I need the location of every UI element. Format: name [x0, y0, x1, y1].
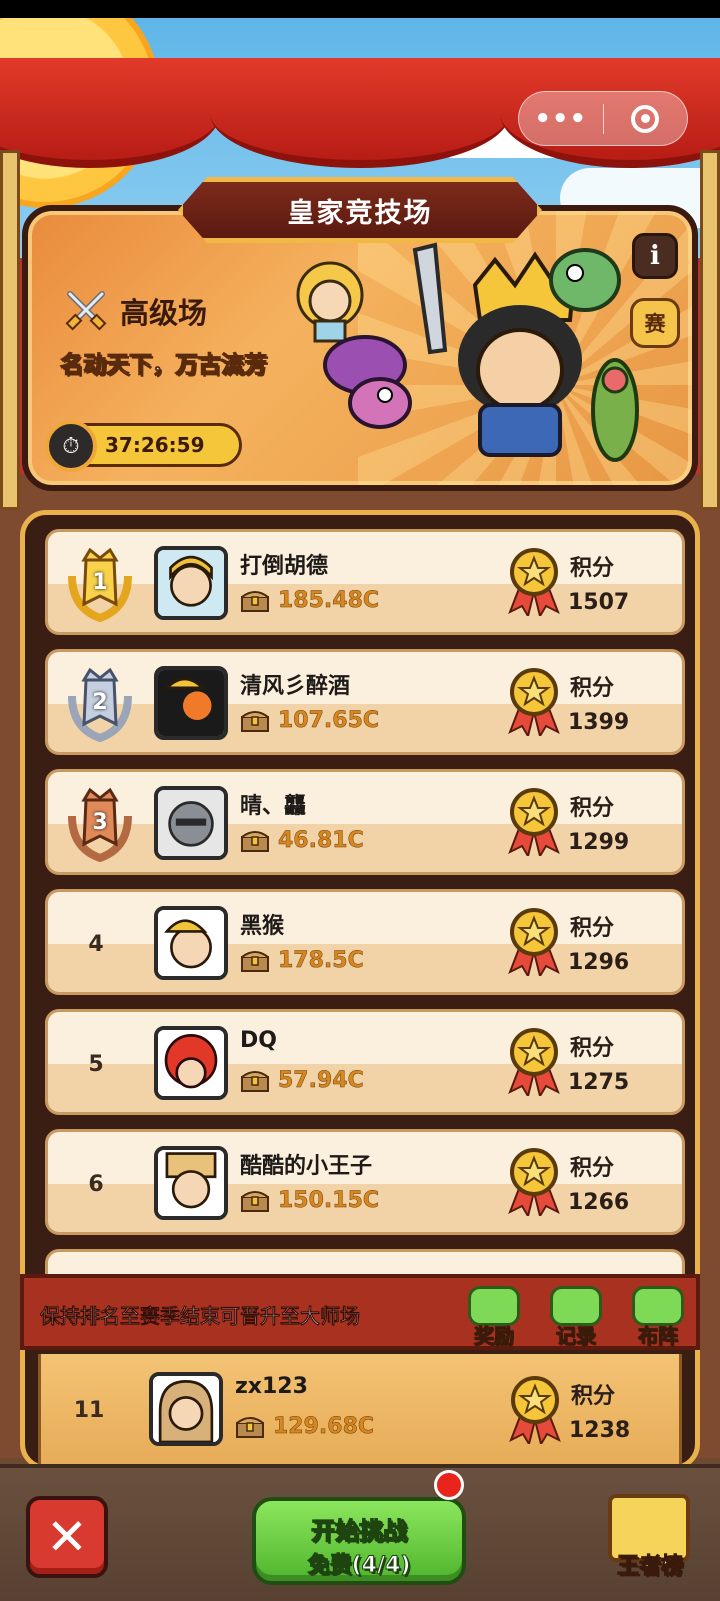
player-name: 晴、龘 [240, 794, 307, 819]
red-drape [0, 58, 220, 168]
arena-title-banner: 皇家竞技场 [178, 177, 542, 243]
leaderboard-row[interactable]: 4 黑猴 178.5C 积分 1296 [45, 889, 685, 995]
player-power: 107.65C [240, 708, 379, 733]
chest-icon [241, 950, 269, 972]
season-countdown: ⏱ 37:26:59 [45, 420, 242, 472]
score-value: 1266 [568, 1190, 630, 1215]
rank-number: 4 [88, 931, 104, 957]
info-button[interactable]: i [632, 233, 678, 279]
stopwatch-icon: ⏱ [45, 420, 97, 472]
chest-icon [241, 1190, 269, 1212]
chest-icon [241, 710, 269, 732]
leaderboard-row[interactable]: 1 打倒胡德 185.48C 积分 1507 [45, 529, 685, 635]
rank-number: 1 [92, 570, 108, 595]
king-ranking-label: 王者榜 [616, 1554, 683, 1580]
countdown-text: 37:26:59 [105, 433, 205, 457]
player-avatar[interactable] [154, 666, 228, 740]
score-medal-icon [508, 1148, 560, 1216]
free-attempts-label: 免费(4/4) [307, 1553, 411, 1579]
my-rank-row[interactable]: 11 zx123 129.68C 积分 1238 [38, 1354, 682, 1464]
more-menu-button[interactable]: ••• [519, 92, 603, 145]
leaderboard-row[interactable]: 2 清风彡醉酒 107.65C 积分 1399 [45, 649, 685, 755]
promotion-text: 保持排名至赛季结束可晋升至大师场 [40, 1304, 361, 1329]
player-power: 150.15C [240, 1188, 379, 1213]
leaderboard-row[interactable]: 5 DQ 57.94C 积分 1275 [45, 1009, 685, 1115]
score-medal-icon [508, 1028, 560, 1096]
reward-button[interactable]: 奖励 [466, 1286, 522, 1349]
season-button[interactable]: 赛 [630, 298, 680, 348]
player-name: 打倒胡德 [240, 554, 329, 579]
score-value: 1299 [568, 830, 630, 855]
chest-icon [241, 830, 269, 852]
player-avatar[interactable] [154, 1026, 228, 1100]
leaderboard-row[interactable]: 6 酷酷的小王子 150.15C 积分 1266 [45, 1129, 685, 1235]
close-miniprogram-button[interactable] [604, 92, 688, 145]
rank-number: 6 [88, 1171, 104, 1197]
target-icon [631, 104, 660, 133]
score-label: 积分 [571, 1384, 616, 1409]
score-value: 1275 [568, 1070, 630, 1095]
score-medal-icon [508, 908, 560, 976]
promotion-bar: 保持排名至赛季结束可晋升至大师场 奖励 记录 布阵 [20, 1274, 700, 1350]
player-power: 185.48C [240, 588, 379, 613]
rank-number: 5 [88, 1051, 104, 1077]
player-power: 46.81C [240, 828, 364, 853]
player-avatar[interactable] [154, 1146, 228, 1220]
level-title: 高级场 [120, 296, 208, 330]
rank-number: 2 [92, 690, 108, 715]
score-label: 积分 [570, 916, 615, 941]
start-challenge-button[interactable]: 开始挑战 免费(4/4) [252, 1497, 466, 1585]
pillar [0, 150, 20, 510]
miniprogram-capsule[interactable]: ••• [518, 91, 688, 146]
player-avatar[interactable] [154, 786, 228, 860]
record-button[interactable]: 记录 [548, 1286, 604, 1349]
player-name: DQ [240, 1028, 277, 1053]
player-name: 清风彡醉酒 [240, 674, 351, 699]
score-value: 1399 [568, 710, 630, 735]
king-ranking-button[interactable]: 王者榜 [606, 1494, 696, 1584]
close-button[interactable]: ✕ [26, 1496, 108, 1578]
score-label: 积分 [570, 676, 615, 701]
owl-decoration [549, 248, 621, 312]
score-value: 1507 [568, 590, 630, 615]
more-dots-icon: ••• [534, 103, 588, 134]
score-value: 1238 [569, 1418, 631, 1443]
player-power: 57.94C [240, 1068, 364, 1093]
score-label: 积分 [570, 1156, 615, 1181]
rank-number: 11 [73, 1397, 105, 1423]
player-name: 黑猴 [240, 914, 285, 939]
notification-dot [434, 1470, 464, 1500]
score-label: 积分 [570, 1036, 615, 1061]
chest-icon [236, 1416, 264, 1438]
player-name: 酷酷的小王子 [240, 1154, 373, 1179]
chest-icon [241, 590, 269, 612]
score-label: 积分 [570, 556, 615, 581]
score-value: 1296 [568, 950, 630, 975]
rank-number: 3 [92, 810, 108, 835]
player-avatar[interactable] [154, 546, 228, 620]
player-power: 129.68C [235, 1414, 374, 1439]
red-drape [210, 58, 510, 168]
score-medal-icon [509, 1376, 561, 1444]
score-label: 积分 [570, 796, 615, 821]
start-challenge-label: 开始挑战 [311, 1517, 408, 1546]
score-medal-icon [508, 668, 560, 736]
score-medal-icon [508, 548, 560, 616]
pillar [700, 150, 720, 510]
player-power: 178.5C [240, 948, 364, 973]
player-name: zx123 [235, 1374, 308, 1399]
formation-button[interactable]: 布阵 [630, 1286, 686, 1349]
status-bar [0, 0, 720, 18]
level-slogan: 名动天下，万古流芳 [60, 352, 268, 379]
crossed-swords-icon [65, 291, 107, 331]
chest-icon [241, 1070, 269, 1092]
leaderboard-row[interactable]: 3 晴、龘 46.81C 积分 1299 [45, 769, 685, 875]
arena-title: 皇家竞技场 [287, 197, 433, 229]
close-icon: ✕ [46, 1508, 88, 1566]
player-avatar[interactable] [149, 1372, 223, 1446]
score-medal-icon [508, 788, 560, 856]
cucumber-monster-decoration [591, 358, 639, 462]
info-icon: i [650, 241, 660, 271]
player-avatar[interactable] [154, 906, 228, 980]
